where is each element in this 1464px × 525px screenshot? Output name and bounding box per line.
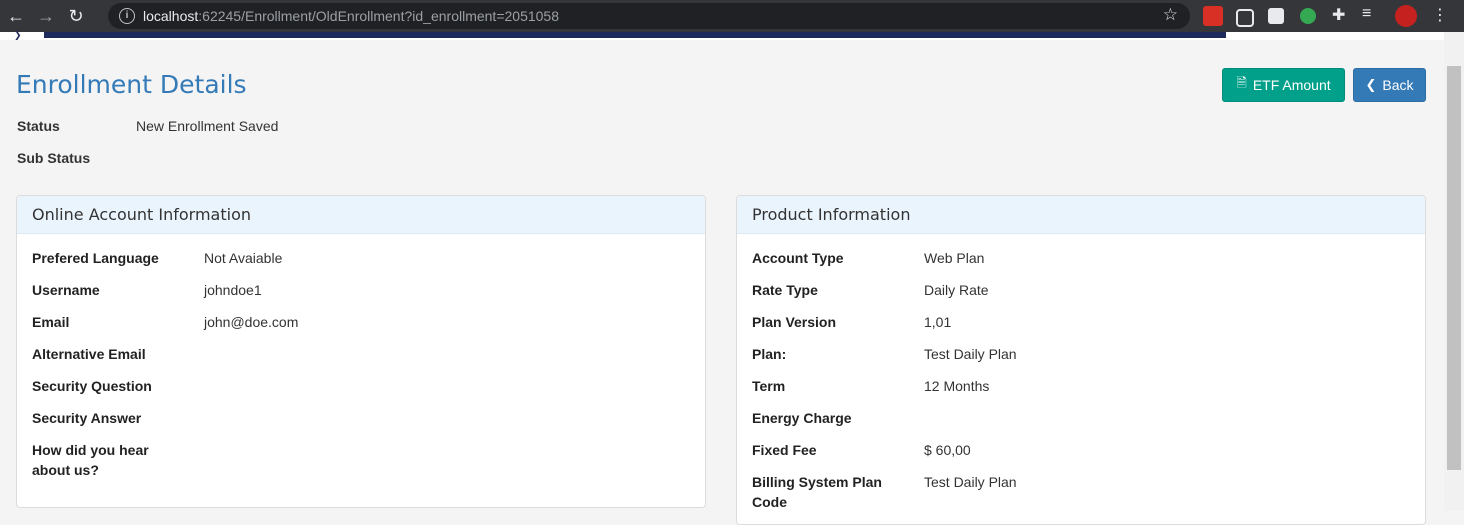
language-label: Prefered Language <box>32 250 159 266</box>
scrollbar-thumb[interactable] <box>1447 66 1461 470</box>
account-type-value: Web Plan <box>924 250 985 266</box>
extension-red-icon[interactable] <box>1203 6 1223 26</box>
pocket-icon[interactable] <box>1236 9 1254 27</box>
header-nav-bar <box>44 32 1226 38</box>
back-arrow-icon[interactable]: ← <box>2 2 30 30</box>
back-label: Back <box>1382 77 1414 93</box>
plan-label: Plan: <box>752 346 787 362</box>
billing-code-label-line2: Code <box>752 494 787 510</box>
product-panel: Product Information Account Type Web Pla… <box>736 195 1426 525</box>
sub-status-label: Sub Status <box>17 150 91 166</box>
etf-amount-label: ETF Amount <box>1252 77 1331 93</box>
language-value: Not Avaiable <box>204 250 283 266</box>
fixed-fee-label: Fixed Fee <box>752 442 817 458</box>
extensions-puzzle-icon[interactable]: ✚ <box>1332 5 1352 25</box>
page-title: Enrollment Details <box>16 70 247 99</box>
back-button[interactable]: ❮ Back <box>1353 68 1426 102</box>
term-label: Term <box>752 378 786 394</box>
billing-code-label: Billing System Plan Code <box>752 472 912 512</box>
document-icon: 🗎 <box>1236 75 1247 90</box>
site-info-icon[interactable]: i <box>119 8 135 24</box>
online-account-panel: Online Account Information Prefered Lang… <box>16 195 706 508</box>
forward-arrow-icon[interactable]: → <box>32 2 60 30</box>
reading-list-icon[interactable]: ≡ <box>1362 5 1382 25</box>
billing-code-value: Test Daily Plan <box>924 474 1017 490</box>
security-question-label: Security Question <box>32 378 152 394</box>
page-scrollbar[interactable] <box>1444 32 1464 511</box>
url-path: :62245/Enrollment/OldEnrollment?id_enrol… <box>198 8 559 24</box>
bookmark-star-icon[interactable]: ☆ <box>1163 5 1178 25</box>
plan-version-label: Plan Version <box>752 314 837 330</box>
online-account-heading: Online Account Information <box>17 196 705 234</box>
email-value: john@doe.com <box>204 314 299 330</box>
chevron-left-icon: ❮ <box>1365 77 1377 92</box>
header-mark-icon: ❯ <box>14 30 22 40</box>
email-label: Email <box>32 314 70 330</box>
referral-label-line1: How did you hear <box>32 442 149 458</box>
referral-label: How did you hear about us? <box>32 440 192 480</box>
extension-green-icon[interactable] <box>1300 8 1316 24</box>
status-value: New Enrollment Saved <box>136 118 279 134</box>
profile-avatar-icon[interactable] <box>1395 5 1417 27</box>
alt-email-label: Alternative Email <box>32 346 146 362</box>
product-heading: Product Information <box>737 196 1425 234</box>
menu-kebab-icon[interactable]: ⋮ <box>1432 5 1452 25</box>
security-answer-label: Security Answer <box>32 410 142 426</box>
fixed-fee-value: $ 60,00 <box>924 442 971 458</box>
browser-toolbar: ← → ↻ i localhost:62245/Enrollment/OldEn… <box>0 0 1464 32</box>
account-type-label: Account Type <box>752 250 844 266</box>
plan-link[interactable]: Test Daily Plan <box>924 344 1017 364</box>
rate-type-value: Daily Rate <box>924 282 989 298</box>
plan-version-value: 1,01 <box>924 314 952 330</box>
energy-charge-label: Energy Charge <box>752 410 852 426</box>
url-host: localhost <box>143 8 199 24</box>
etf-amount-button[interactable]: 🗎 ETF Amount <box>1222 68 1345 102</box>
billing-code-label-line1: Billing System Plan <box>752 474 882 490</box>
term-value: 12 Months <box>924 378 990 394</box>
status-row: Status New Enrollment Saved <box>17 116 417 136</box>
address-bar[interactable]: i localhost:62245/Enrollment/OldEnrollme… <box>108 3 1190 29</box>
app-header: ❯ <box>0 30 1444 40</box>
referral-label-line2: about us? <box>32 462 99 478</box>
reload-icon[interactable]: ↻ <box>62 2 90 30</box>
notion-icon[interactable] <box>1268 8 1284 24</box>
sub-status-row: Sub Status <box>17 148 417 168</box>
username-value: johndoe1 <box>204 282 262 298</box>
username-label: Username <box>32 282 100 298</box>
rate-type-label: Rate Type <box>752 282 818 298</box>
